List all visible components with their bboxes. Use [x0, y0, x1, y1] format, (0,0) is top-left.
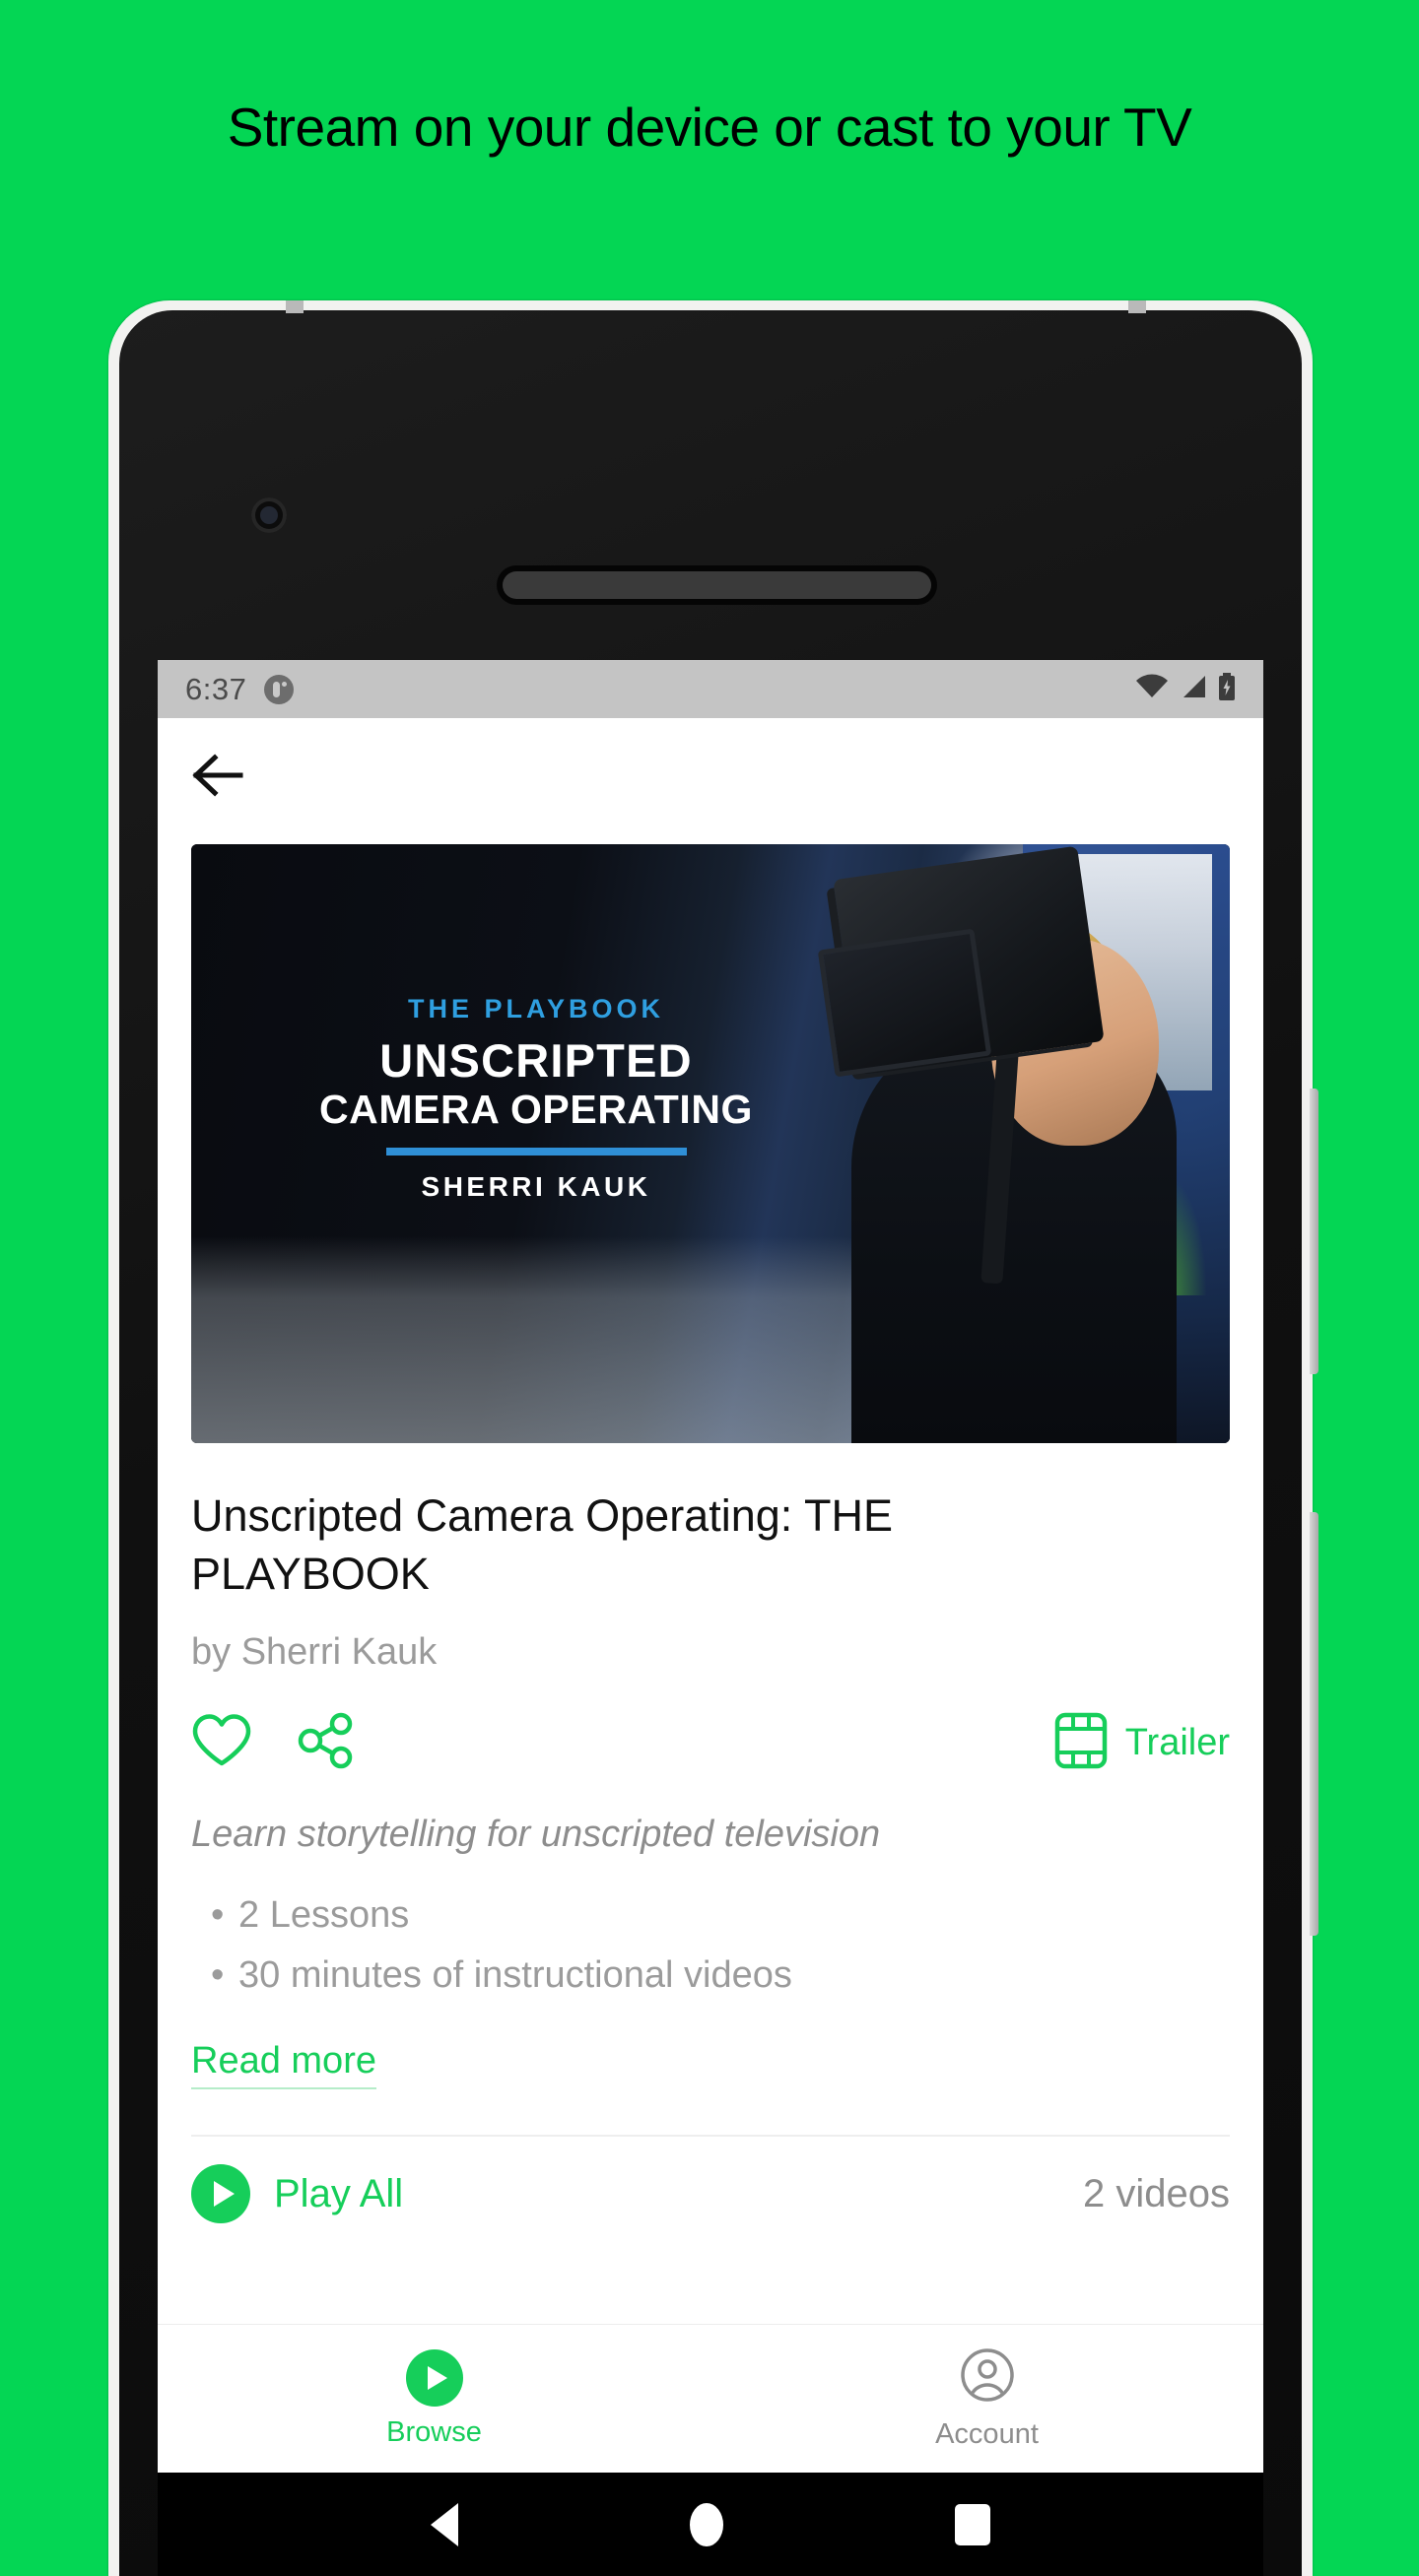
nav-home-circle-icon[interactable]	[689, 2502, 723, 2546]
play-circle-icon	[191, 2164, 250, 2224]
tab-account[interactable]: Account	[710, 2346, 1263, 2451]
hero-title-line-2: CAMERA OPERATING	[318, 1086, 754, 1132]
hero-title-line-1: UNSCRIPTED	[379, 1034, 693, 1087]
status-bar: 6:37	[158, 660, 1263, 718]
heart-outline-icon[interactable]	[191, 1713, 252, 1773]
read-more-link[interactable]: Read more	[191, 2040, 376, 2090]
phone-antenna-left	[286, 300, 304, 313]
tab-account-label: Account	[935, 2418, 1039, 2450]
hero-kicker: THE PLAYBOOK	[407, 994, 665, 1024]
front-camera-icon	[251, 497, 287, 533]
trailer-button[interactable]: Trailer	[1053, 1711, 1230, 1775]
hero-table-papers	[191, 1236, 877, 1443]
status-bar-clock: 6:37	[185, 671, 247, 706]
list-item: 30 minutes of instructional videos	[211, 1946, 1230, 2006]
cellular-signal-icon	[1180, 674, 1207, 704]
phone-antenna-right	[1128, 300, 1146, 313]
phone-device-mockup: 6:37 THE PLAYBOOK UNSCRIPTED CAMERA OPER…	[108, 300, 1318, 2576]
course-action-row: Trailer	[191, 1707, 1230, 1780]
trailer-label: Trailer	[1124, 1722, 1230, 1764]
tab-browse[interactable]: Browse	[158, 2348, 710, 2449]
wifi-icon	[1135, 674, 1169, 704]
promo-headline: Stream on your device or cast to your TV	[227, 97, 1192, 158]
phone-power-button[interactable]	[1310, 1512, 1318, 1936]
hero-author: SHERRI KAUK	[421, 1170, 651, 1202]
earpiece-speaker	[503, 571, 931, 599]
list-item: 2 Lessons	[211, 1885, 1230, 1946]
status-bar-left: 6:37	[185, 671, 295, 707]
play-all-button[interactable]: Play All	[191, 2164, 404, 2224]
play-all-row: Play All 2 videos	[158, 2137, 1263, 2251]
phone-volume-button[interactable]	[1310, 1089, 1318, 1374]
phone-screen: 6:37 THE PLAYBOOK UNSCRIPTED CAMERA OPER…	[158, 660, 1263, 2473]
course-byline: by Sherri Kauk	[191, 1630, 438, 1673]
share-nodes-icon[interactable]	[296, 1712, 357, 1774]
course-action-icons	[191, 1712, 357, 1774]
course-hero-thumbnail[interactable]: THE PLAYBOOK UNSCRIPTED CAMERA OPERATING…	[191, 844, 1230, 1443]
nav-back-triangle-icon[interactable]	[431, 2502, 459, 2546]
course-title: Unscripted Camera Operating: THE PLAYBOO…	[191, 1490, 893, 1600]
status-bar-right	[1135, 673, 1236, 705]
hero-divider-rule	[385, 1147, 687, 1156]
account-circle-icon	[959, 2346, 1016, 2409]
arrow-left-icon[interactable]	[191, 752, 246, 804]
hero-text-overlay: THE PLAYBOOK UNSCRIPTED CAMERA OPERATING…	[280, 994, 792, 1203]
app-notification-icon	[264, 674, 295, 704]
course-bullet-list: 2 Lessons 30 minutes of instructional vi…	[191, 1885, 1230, 2006]
bottom-tab-bar: Browse Account	[158, 2325, 1263, 2473]
tab-browse-label: Browse	[386, 2415, 482, 2448]
film-strip-icon	[1053, 1711, 1109, 1775]
course-blurb: Learn storytelling for unscripted televi…	[191, 1813, 881, 1855]
course-info-section: Unscripted Camera Operating: THE PLAYBOO…	[158, 1486, 1263, 2138]
nav-recents-square-icon[interactable]	[954, 2503, 990, 2545]
play-all-label: Play All	[274, 2171, 404, 2215]
android-navigation-bar	[158, 2473, 1263, 2576]
video-count-label: 2 videos	[1083, 2171, 1230, 2215]
play-circle-icon	[405, 2348, 463, 2407]
battery-charging-icon	[1218, 673, 1236, 705]
hero-camera-monitor	[817, 928, 992, 1078]
app-bar	[158, 718, 1263, 836]
